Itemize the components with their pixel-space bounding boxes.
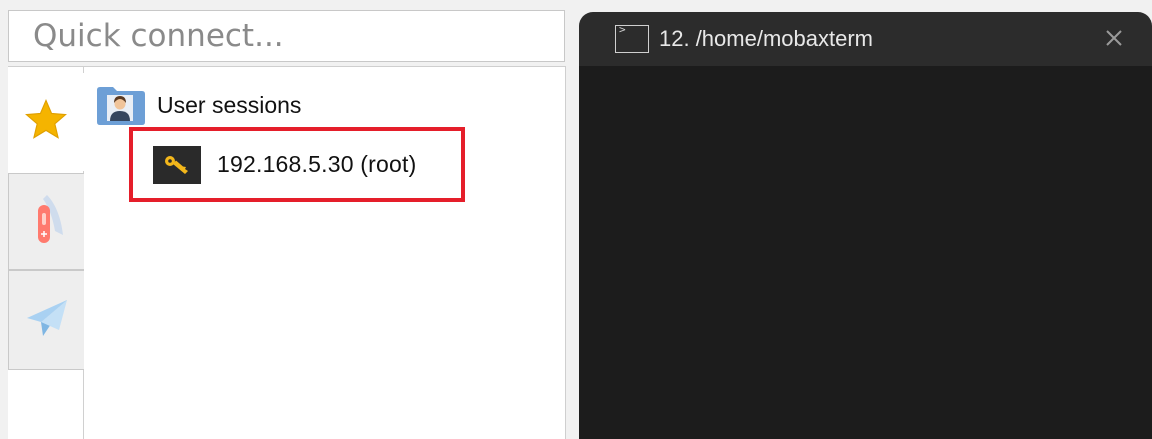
sidebar-tab-strip <box>8 67 84 439</box>
terminal-tab-title: 12. /home/mobaxterm <box>659 26 873 51</box>
session-label: 192.168.5.30 (root) <box>217 151 417 177</box>
terminal-icon <box>615 23 649 53</box>
quick-connect-input[interactable] <box>8 10 565 62</box>
knife-icon <box>25 191 69 252</box>
key-icon <box>153 145 201 184</box>
terminal-area[interactable] <box>579 66 1152 439</box>
terminal-tab[interactable]: 12. /home/mobaxterm <box>579 12 1152 66</box>
terminal-tab-bar: 12. /home/mobaxterm <box>579 10 1152 66</box>
app-window: User sessions 192.168.5.30 (root) 12. /h… <box>0 0 1152 439</box>
user-folder-icon <box>95 84 147 126</box>
star-icon <box>23 97 69 148</box>
folder-label: User sessions <box>157 91 302 118</box>
tree-folder-user-sessions[interactable]: User sessions <box>95 83 301 127</box>
session-item[interactable]: 192.168.5.30 (root) <box>129 127 465 202</box>
paper-plane-icon <box>23 294 71 347</box>
sessions-side-panel: User sessions 192.168.5.30 (root) <box>8 66 566 439</box>
tab-sessions[interactable] <box>8 73 84 171</box>
close-icon[interactable] <box>1102 26 1126 50</box>
tab-tools[interactable] <box>8 173 84 270</box>
session-tree: User sessions 192.168.5.30 (root) <box>85 67 565 439</box>
tab-send[interactable] <box>8 270 84 370</box>
